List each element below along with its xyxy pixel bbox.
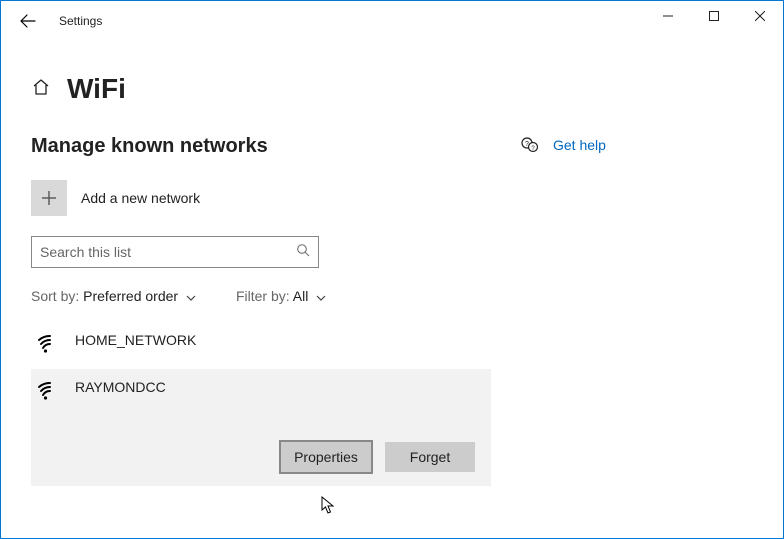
cursor-icon xyxy=(321,496,337,521)
section-heading: Manage known networks xyxy=(31,135,753,158)
sort-value: Preferred order xyxy=(83,288,178,304)
wifi-icon xyxy=(37,381,61,406)
page-title: WiFi xyxy=(67,73,126,105)
network-actions: Properties Forget xyxy=(37,442,483,472)
network-name: RAYMONDCC xyxy=(75,379,166,395)
system-buttons xyxy=(645,1,783,31)
forget-button[interactable]: Forget xyxy=(385,442,475,472)
home-icon[interactable] xyxy=(31,77,51,102)
sort-control[interactable]: Sort by: Preferred order xyxy=(31,288,196,304)
add-network-label: Add a new network xyxy=(81,190,200,206)
search-icon xyxy=(296,243,310,262)
properties-button[interactable]: Properties xyxy=(281,442,371,472)
heading-row: WiFi xyxy=(31,73,753,105)
search-input[interactable] xyxy=(40,244,296,260)
get-help-link[interactable]: Get help xyxy=(553,137,606,153)
search-box[interactable] xyxy=(31,236,319,268)
content: WiFi Manage known networks Add a new net… xyxy=(1,41,783,486)
app-title: Settings xyxy=(59,14,102,28)
back-button[interactable] xyxy=(15,8,41,34)
filter-control[interactable]: Filter by: All xyxy=(236,288,326,304)
filter-row: Sort by: Preferred order Filter by: All xyxy=(31,288,753,304)
network-item-selected[interactable]: RAYMONDCC Properties Forget xyxy=(31,369,491,486)
filter-value: All xyxy=(293,288,309,304)
close-button[interactable] xyxy=(737,1,783,31)
titlebar: Settings xyxy=(1,1,783,41)
filter-label: Filter by: xyxy=(236,288,290,304)
network-item[interactable]: HOME_NETWORK xyxy=(31,322,491,369)
wifi-icon xyxy=(37,334,61,359)
plus-icon xyxy=(31,180,67,216)
add-network-button[interactable]: Add a new network xyxy=(31,180,753,216)
help-icon: ? ? xyxy=(521,136,539,154)
sort-label: Sort by: xyxy=(31,288,79,304)
maximize-button[interactable] xyxy=(691,1,737,31)
chevron-down-icon xyxy=(186,288,196,304)
network-list: HOME_NETWORK RAYMONDCC Properties Forget xyxy=(31,322,491,486)
help-panel: ? ? Get help xyxy=(521,136,606,154)
network-name: HOME_NETWORK xyxy=(75,332,196,348)
minimize-button[interactable] xyxy=(645,1,691,31)
chevron-down-icon xyxy=(316,288,326,304)
